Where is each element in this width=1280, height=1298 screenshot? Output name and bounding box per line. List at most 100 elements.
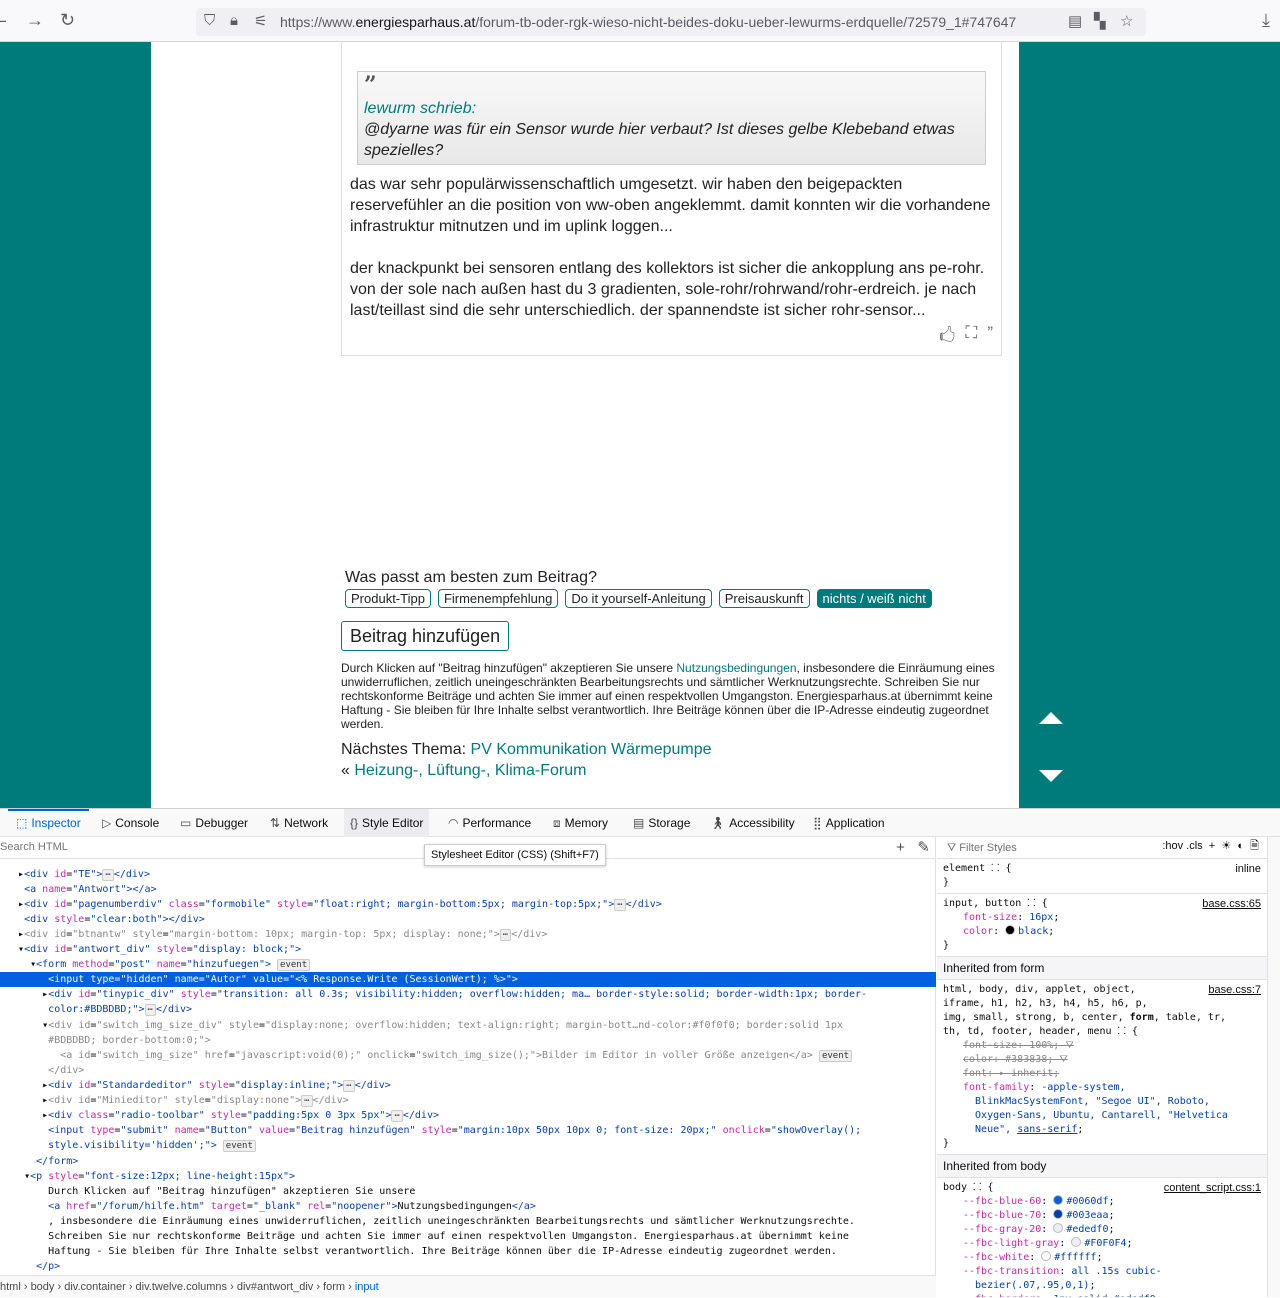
storage-icon: ▤ — [633, 816, 645, 830]
breadcrumb-item-current[interactable]: input — [355, 1281, 379, 1293]
rating-options: Produkt-Tipp Firmenempfehlung Do it your… — [345, 589, 932, 608]
permissions-icon[interactable]: ⚟ — [254, 12, 267, 30]
tree-node[interactable]: <a id="switch_img_size" href="javascript… — [0, 1048, 936, 1063]
url-text[interactable]: https://www.energiesparhaus.at/forum-tb-… — [280, 14, 1016, 30]
chip-icon: ⧈ — [553, 816, 561, 830]
breadcrumb-item[interactable]: div#antwort_div — [237, 1281, 313, 1293]
quote-author: lewurm schrieb: — [364, 100, 477, 117]
tree-node[interactable]: , insbesondere die Einräumung eines unwi… — [0, 1214, 936, 1259]
scroll-up-icon[interactable] — [1039, 712, 1063, 724]
light-mode-icon[interactable]: ☀ — [1221, 840, 1231, 852]
tooltip: Stylesheet Editor (CSS) (Shift+F7) — [424, 844, 606, 866]
tab-performance[interactable]: ◠ Performance — [448, 809, 531, 837]
breadcrumb-item[interactable]: div.container — [64, 1281, 126, 1293]
breadcrumb-item[interactable]: body — [31, 1281, 55, 1293]
tree-node[interactable]: ▸<div class="radio-toolbar" style="paddi… — [0, 1108, 936, 1123]
rating-option-preisauskunft[interactable]: Preisauskunft — [718, 589, 810, 608]
bookmark-icon[interactable]: ⛶ — [965, 323, 977, 352]
tree-node[interactable]: </form> — [0, 1154, 936, 1169]
tree-node[interactable]: ▸<div id="btnantw" style="margin-bottom:… — [0, 927, 936, 942]
print-icon[interactable]: 🗎 — [1250, 840, 1259, 852]
rating-option-nichts[interactable]: nichts / weiß nicht — [816, 589, 932, 608]
tree-node-selected[interactable]: <input type="hidden" name="Autor" value=… — [0, 972, 936, 987]
add-rule-icon[interactable]: + — [1209, 840, 1215, 852]
devtools-tabbar: ⬚ Inspector ▷ Console ▭ Debugger ⇅ Network {… — [0, 809, 1280, 837]
tree-node[interactable]: ▾<form method="post" name="hinzufuegen">… — [0, 957, 936, 972]
tree-node[interactable]: </div> — [0, 1063, 936, 1078]
html-tree: ▸<div id="TE"> ⋯ </div> <a name="Antwort">… — [0, 867, 936, 1289]
tab-network[interactable]: ⇅ Network — [270, 809, 328, 837]
tab-accessibility[interactable]: 🚶︎ Accessibility — [710, 809, 795, 837]
tree-node[interactable]: ▸<div id="TE"> ⋯ </div> — [0, 867, 936, 882]
tab-memory[interactable]: ⧈ Memory — [553, 809, 608, 837]
rules-view: ⛛ Filter Styles :hov .cls + ☀ ◐ 🗎 inline… — [937, 837, 1267, 1297]
download-icon[interactable]: ⤓ — [1262, 10, 1270, 31]
tree-node[interactable]: <a href="/forum/hilfe.htm" target="_blan… — [0, 1199, 936, 1214]
next-topic-link[interactable]: PV Kommunikation Wärmepumpe — [471, 741, 712, 758]
web-page: ” lewurm schrieb: @dyarne was für ein Se… — [0, 42, 1280, 808]
braces-icon: {} — [350, 816, 359, 830]
rating-option-produkt-tipp[interactable]: Produkt-Tipp — [345, 589, 431, 608]
tree-node[interactable]: ▸<div id="tinypic_div" style="transition… — [0, 987, 936, 1018]
breadcrumb-item[interactable]: html — [0, 1281, 21, 1293]
tree-node[interactable]: ▾<p style="font-size:12px; line-height:1… — [0, 1169, 936, 1184]
reload-icon[interactable]: ↻ — [60, 10, 75, 31]
forward-arrow-icon[interactable]: → — [26, 10, 44, 31]
tree-node[interactable]: ▾<div id="switch_img_size_div" style="di… — [0, 1018, 936, 1048]
post-paragraph: der knackpunkt bei sensoren entlang des … — [350, 260, 985, 319]
extension-icon[interactable]: ▚ — [1094, 12, 1106, 30]
breadcrumb-item[interactable]: div.twelve.columns — [136, 1281, 228, 1293]
scroll-down-icon[interactable] — [1039, 770, 1063, 782]
gauge-icon: ◠ — [448, 816, 459, 830]
css-rule-base[interactable]: base.css:7 html, body, div, applet, obje… — [937, 980, 1267, 1155]
sidebar-scroll-edge — [1267, 837, 1280, 1297]
add-node-icon[interactable]: + — [896, 839, 905, 856]
shield-icon[interactable]: ⛉ — [204, 12, 215, 29]
bookmark-star-icon[interactable]: ☆ — [1120, 12, 1133, 30]
tab-debugger[interactable]: ▭ Debugger — [180, 809, 248, 837]
tab-style-editor[interactable]: {} Style Editor — [344, 809, 430, 837]
tree-node[interactable]: <a name="Antwort"></a> — [0, 882, 936, 897]
reader-view-icon[interactable]: ▤ — [1068, 12, 1082, 30]
tab-storage[interactable]: ▤ Storage — [633, 809, 690, 837]
filter-icon: ⛛ — [947, 842, 960, 854]
tree-node[interactable]: ▸<div id="Minieditor" style="display:non… — [0, 1093, 936, 1108]
browser-toolbar: – → ↻ ⛉ 🔒︎ ⚟ https://www.energiesparhaus… — [0, 0, 1280, 42]
css-rule-body[interactable]: content_script.css:1 body ⸬ { --fbc-blue… — [937, 1178, 1267, 1297]
lock-icon[interactable]: 🔒︎ — [230, 12, 238, 29]
tree-node[interactable]: </p> — [0, 1259, 936, 1274]
devtools-panel: ⬚ Inspector ▷ Console ▭ Debugger ⇅ Network {… — [0, 808, 1280, 1297]
forum-back-link[interactable]: Heizung-, Lüftung-, Klima-Forum — [354, 762, 586, 779]
grid-icon: ⣿ — [813, 816, 822, 830]
css-rule-input-button[interactable]: base.css:65 input, button ⸬ { font-size:… — [937, 894, 1267, 957]
back-arrow-icon[interactable]: – — [0, 10, 6, 31]
rating-option-firmenempfehlung[interactable]: Firmenempfehlung — [437, 589, 559, 608]
eyedropper-icon[interactable]: ✎ — [917, 839, 930, 856]
breadcrumb-item[interactable]: form — [323, 1281, 345, 1293]
content-column: ” lewurm schrieb: @dyarne was für ein Se… — [151, 42, 1019, 808]
tree-node[interactable]: ▾<div id="antwort_div" style="display: b… — [0, 942, 936, 957]
tab-application[interactable]: ⣿ Application — [813, 809, 885, 837]
tree-node[interactable]: Durch Klicken auf "Beitrag hinzufügen" a… — [0, 1184, 936, 1199]
forum-post: ” lewurm schrieb: @dyarne was für ein Se… — [341, 42, 1002, 356]
rating-option-diy[interactable]: Do it yourself-Anleitung — [565, 589, 712, 608]
quote-reply-icon[interactable]: ” — [987, 323, 993, 352]
address-bar[interactable]: ⛉ 🔒︎ ⚟ https://www.energiesparhaus.at/fo… — [196, 8, 1146, 36]
add-post-button[interactable]: Beitrag hinzufügen — [341, 621, 510, 651]
post-actions: 🖒︎ ⛶ ” — [939, 323, 993, 352]
tree-node[interactable]: <input type="submit" name="Button" value… — [0, 1123, 936, 1154]
tab-console[interactable]: ▷ Console — [102, 809, 159, 837]
tab-inspector[interactable]: ⬚ Inspector — [8, 809, 89, 837]
tree-node[interactable]: ▸<div id="pagenumberdiv" class="formobil… — [0, 897, 936, 912]
accessibility-icon: 🚶︎ — [710, 816, 726, 830]
thumbs-up-icon[interactable]: 🖒︎ — [939, 323, 955, 352]
filter-styles-input[interactable]: ⛛ Filter Styles :hov .cls + ☀ ◐ 🗎 — [937, 837, 1267, 859]
breadcrumb: html › body › div.container › div.twelve… — [0, 1275, 936, 1297]
terms-link[interactable]: Nutzungsbedingungen — [676, 661, 796, 675]
inherited-header: Inherited from form — [937, 957, 1267, 980]
css-rule-element[interactable]: inline element ⸬ { } — [937, 859, 1267, 894]
dark-mode-icon[interactable]: ◐ — [1237, 840, 1244, 852]
tree-node[interactable]: ▸<div id="Standardeditor" style="display… — [0, 1078, 936, 1093]
rating-title: Was passt am besten zum Beitrag? — [345, 569, 597, 586]
tree-node[interactable]: <div style="clear:both"></div> — [0, 912, 936, 927]
